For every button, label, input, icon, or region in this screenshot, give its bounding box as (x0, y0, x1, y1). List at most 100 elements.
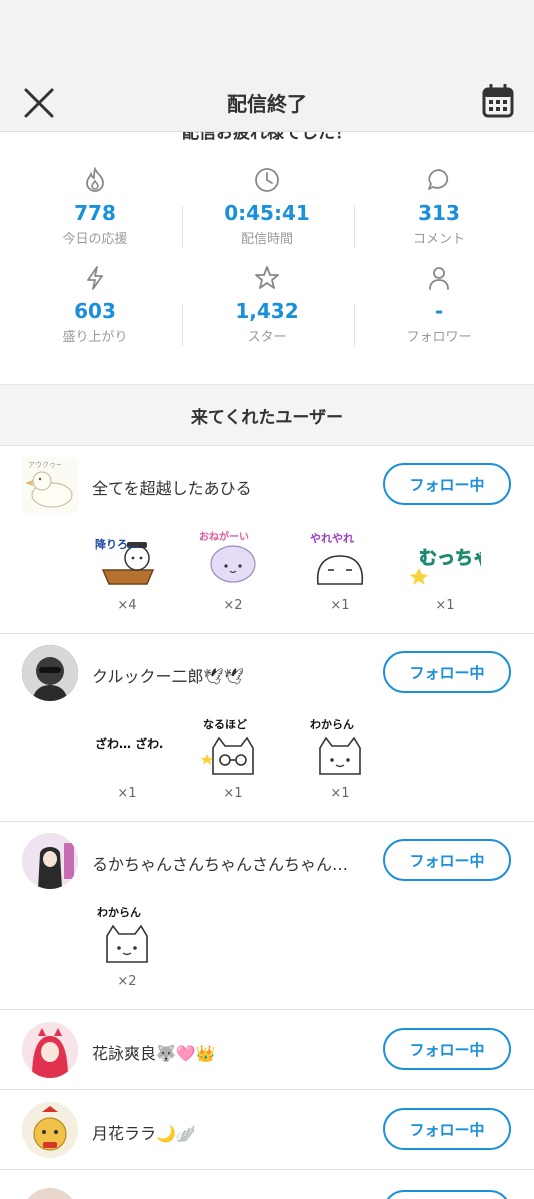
stat-label: コメント (412, 232, 465, 247)
avatar: アウクゥ~ (22, 457, 78, 513)
stamp-ship-image: 降りろ… (95, 537, 155, 585)
stamp-cat-glasses-image: なるほど (201, 718, 254, 775)
visitor-row[interactable]: 月花ララ🌙🪽 フォロー中 (0, 1100, 534, 1160)
visitor-item: アウクゥ~ 全てを超越したあひる フォロー中 降りろ… ×4 おねがーい ×2 … (0, 446, 534, 634)
stat-duration: 0:45:41 配信時間 (178, 166, 356, 247)
stamp-item: 降りろ… ×4 (82, 526, 172, 613)
user-illustration-icon (22, 1102, 78, 1158)
stamp-item: なるほど ×1 (188, 714, 278, 801)
stat-label: 盛り上がり (62, 330, 128, 345)
visitor-row[interactable]: 花詠爽良🐺🩷👑 フォロー中 (0, 1020, 534, 1080)
duck-avatar-icon: アウクゥ~ (25, 461, 73, 508)
visitor-name: クルックー二郎🕊🕊 (92, 667, 245, 686)
avatar (22, 833, 78, 889)
visitor-row[interactable]: るかちゃんさんちゃんさんちゃん… フォロー中 (0, 831, 534, 891)
avatar (22, 1022, 78, 1078)
clock-icon (255, 168, 279, 192)
flame-icon (86, 167, 104, 192)
stamp-list: 降りろ… ×4 おねがーい ×2 やれやれ ×1 むっち ×1 (0, 526, 534, 616)
stat-followers: - フォロワー (350, 264, 528, 345)
user-illustration-icon (22, 1022, 78, 1078)
stamp-count: ×1 (117, 786, 137, 801)
stat-support: 778 今日の応援 (6, 166, 184, 247)
stamp-cat-image: わからん (310, 718, 361, 775)
stamp-text: やれやれ (310, 532, 354, 545)
stamp-count: ×2 (117, 974, 137, 989)
visitor-item: 花詠爽良🐺🩷👑 フォロー中 (0, 1010, 534, 1090)
star-icon (255, 266, 279, 289)
stamp-item: ざわ… ざわ… ×1 (82, 714, 172, 801)
stat-label: スター (247, 330, 287, 345)
stat-label: 配信時間 (240, 232, 293, 247)
stamp-text: むっちゃ (419, 548, 481, 569)
divider (354, 304, 355, 346)
result-scroll-area[interactable]: 配信お疲れ様でした！ 778 今日の応援 0:45:41 配信時間 313 コメ… (0, 132, 534, 1199)
follow-button[interactable]: フォロー中 (383, 1028, 511, 1070)
stamp-count: ×1 (435, 598, 455, 613)
stamp-text: おねがーい (199, 530, 249, 543)
stamp-count: ×2 (223, 598, 243, 613)
stamp-jellyfish-image: おねがーい (199, 530, 256, 583)
stat-excitement: 603 盛り上がり (6, 264, 184, 345)
stamp-item: やれやれ ×1 (295, 526, 385, 613)
visitor-name: 月花ララ🌙🪽 (92, 1124, 196, 1143)
stat-value: 603 (74, 299, 116, 323)
visitor-name: 全てを超越したあひる (92, 479, 252, 498)
stamp-cat-image: やれやれ (310, 532, 364, 585)
follow-button[interactable]: フォロー中 (383, 839, 511, 881)
stamp-list: わからん ×2 (0, 902, 534, 992)
visitor-row[interactable]: クルックー二郎🕊🕊 フォロー中 (0, 643, 534, 703)
avatar (22, 1102, 78, 1158)
visitor-item-partial (0, 1170, 534, 1199)
divider (182, 304, 183, 346)
calendar-icon[interactable] (482, 84, 514, 118)
stat-value: 0:45:41 (224, 201, 310, 225)
lightning-icon (87, 266, 103, 290)
visitor-row[interactable]: アウクゥ~ 全てを超越したあひる フォロー中 (0, 455, 534, 515)
avatar (22, 645, 78, 701)
stat-value: - (434, 299, 444, 323)
stamp-count: ×1 (223, 786, 243, 801)
stat-value: 1,432 (235, 299, 299, 323)
stamp-text: なるほど (203, 718, 247, 731)
stat-label: フォロワー (406, 330, 472, 345)
follow-button[interactable]: フォロー中 (383, 1108, 511, 1150)
stat-label: 今日の応援 (62, 232, 128, 247)
follow-button[interactable]: フォロー中 (383, 651, 511, 693)
divider (354, 206, 355, 248)
comment-icon (428, 169, 449, 190)
person-icon (429, 267, 449, 290)
stamp-text: わからん (310, 718, 354, 731)
visitor-item: るかちゃんさんちゃんさんちゃん… フォロー中 わからん ×2 (0, 822, 534, 1010)
stamp-text-image: むっちゃ (410, 548, 491, 585)
avatar (22, 1188, 78, 1199)
stat-stars: 1,432 スター (178, 264, 356, 345)
stamp-count: ×4 (117, 598, 137, 613)
stamp-text: 降りろ… (95, 537, 139, 551)
stamp-item: わからん ×2 (82, 902, 172, 989)
stamp-count: ×1 (330, 786, 350, 801)
close-icon[interactable] (22, 86, 56, 120)
stat-comments: 313 コメント (350, 166, 528, 247)
stat-value: 313 (418, 201, 460, 225)
stamp-list: ざわ… ざわ… ×1 なるほど ×1 (0, 714, 534, 804)
visitors-header: 来てくれたユーザー (0, 384, 534, 446)
divider (182, 206, 183, 248)
stamp-text: ざわ… ざわ… (95, 736, 163, 751)
visitor-item: クルックー二郎🕊🕊 フォロー中 ざわ… ざわ… ×1 なるほど ×1 (0, 634, 534, 822)
user-illustration-icon (22, 833, 78, 889)
follow-button[interactable]: フォロー中 (383, 463, 511, 505)
stat-value: 778 (74, 201, 116, 225)
user-photo-icon (22, 645, 78, 701)
stamp-text: わからん (97, 906, 141, 919)
follow-button[interactable] (383, 1190, 511, 1199)
summary-heading: 配信お疲れ様でした！ (182, 132, 352, 143)
visitor-name: るかちゃんさんちゃんさんちゃん… (92, 855, 349, 874)
visitors-heading: 来てくれたユーザー (190, 407, 344, 428)
svg-text:アウクゥ~: アウクゥ~ (28, 461, 62, 469)
stamp-count: ×1 (330, 598, 350, 613)
stamp-item: むっちゃ ×1 (400, 526, 491, 613)
stamp-cat-image: わからん (97, 906, 148, 963)
stamp-text-image: ざわ… ざわ… (95, 736, 171, 751)
top-bar: 配信終了 (0, 74, 534, 132)
